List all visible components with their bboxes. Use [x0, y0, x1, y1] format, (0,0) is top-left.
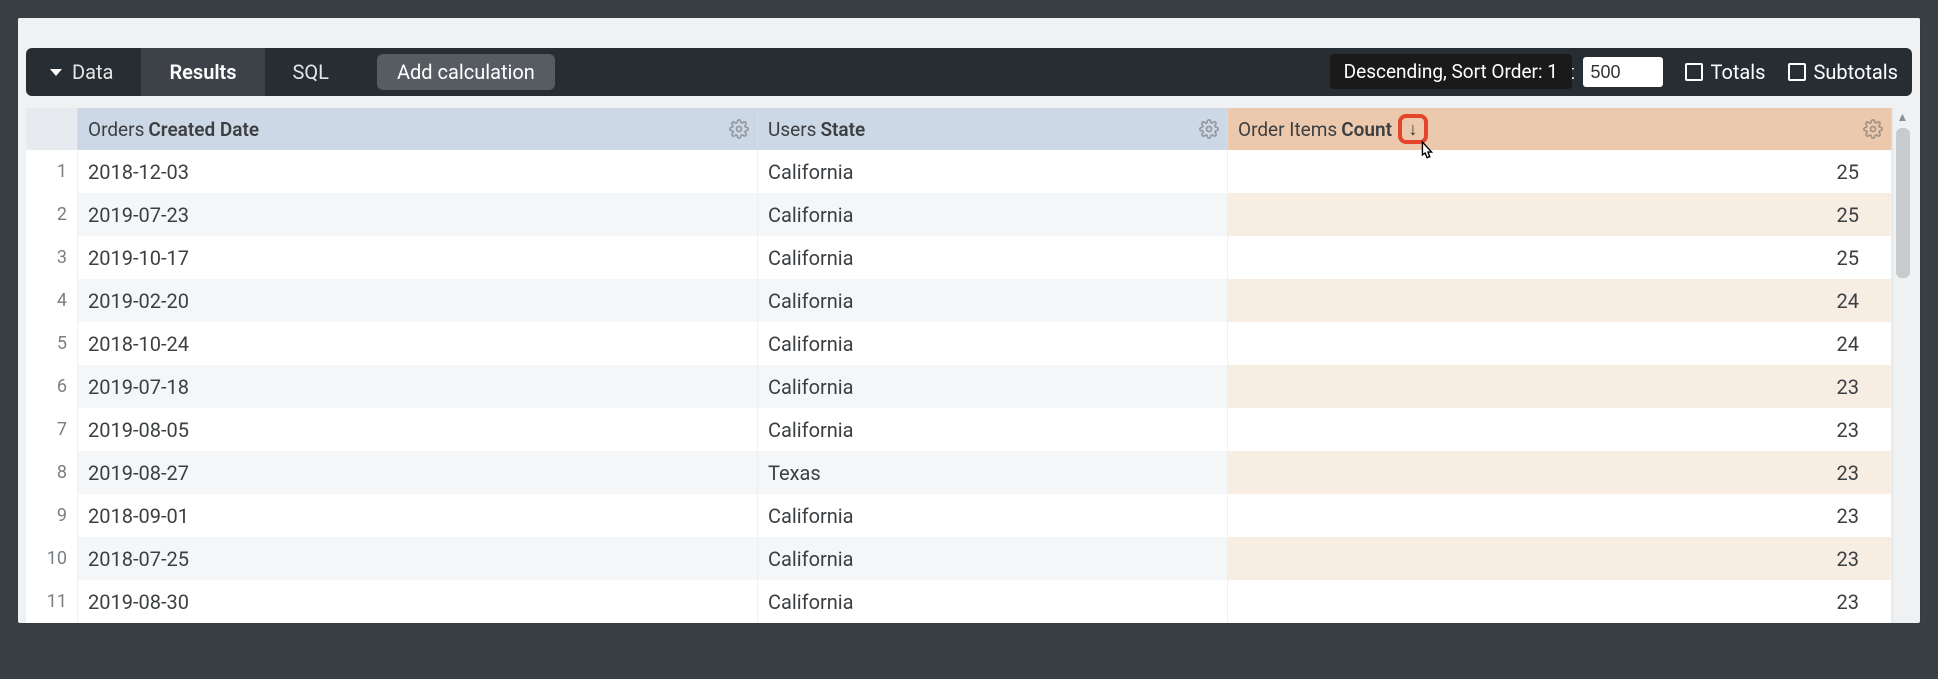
panel-top-pad: [18, 18, 1920, 48]
cell-state[interactable]: California: [758, 279, 1228, 322]
cell-created-date[interactable]: 2018-12-03: [78, 150, 758, 193]
row-number: 7: [26, 408, 78, 451]
cell-count[interactable]: 23: [1228, 580, 1892, 623]
cell-created-date[interactable]: 2018-10-24: [78, 322, 758, 365]
subtotals-checkbox-group[interactable]: Subtotals: [1788, 60, 1899, 84]
row-number: 3: [26, 236, 78, 279]
cell-state[interactable]: California: [758, 365, 1228, 408]
results-toolbar: Data Results SQL Add calculation Row Lim…: [26, 48, 1912, 96]
table-row[interactable]: 22019-07-23California25: [26, 193, 1892, 236]
caret-down-icon: [50, 69, 62, 76]
scrollbar-thumb[interactable]: [1896, 128, 1910, 278]
cell-count[interactable]: 23: [1228, 365, 1892, 408]
cell-created-date[interactable]: 2019-10-17: [78, 236, 758, 279]
tab-data[interactable]: Data: [40, 48, 141, 96]
add-calculation-button[interactable]: Add calculation: [377, 54, 555, 90]
cell-created-date[interactable]: 2018-07-25: [78, 537, 758, 580]
cell-count[interactable]: 25: [1228, 236, 1892, 279]
cell-created-date[interactable]: 2019-08-27: [78, 451, 758, 494]
cell-created-date[interactable]: 2019-07-18: [78, 365, 758, 408]
row-number: 4: [26, 279, 78, 322]
cell-state[interactable]: California: [758, 580, 1228, 623]
col-orders-prefix: Orders: [88, 118, 144, 141]
sort-descending-indicator[interactable]: ↓: [1398, 114, 1428, 144]
cell-count[interactable]: 23: [1228, 537, 1892, 580]
row-number: 10: [26, 537, 78, 580]
explore-panel: Data Results SQL Add calculation Row Lim…: [18, 18, 1920, 623]
data-grid: Orders Created Date Users State Order It…: [26, 108, 1912, 623]
cell-created-date[interactable]: 2019-02-20: [78, 279, 758, 322]
cell-state[interactable]: California: [758, 494, 1228, 537]
col-count-prefix: Order Items: [1238, 118, 1337, 141]
column-header-users-state[interactable]: Users State: [758, 108, 1228, 150]
sort-tooltip-text: Descending, Sort Order: 1: [1344, 60, 1558, 83]
row-number: 11: [26, 580, 78, 623]
cell-count[interactable]: 24: [1228, 279, 1892, 322]
gear-icon[interactable]: [1199, 119, 1219, 139]
tab-results[interactable]: Results: [141, 48, 264, 96]
row-number: 2: [26, 193, 78, 236]
table-row[interactable]: 42019-02-20California24: [26, 279, 1892, 322]
table-row[interactable]: 112019-08-30California23: [26, 580, 1892, 623]
cell-state[interactable]: California: [758, 236, 1228, 279]
cell-state[interactable]: Texas: [758, 451, 1228, 494]
subtotals-checkbox[interactable]: [1788, 63, 1806, 81]
cell-state[interactable]: California: [758, 150, 1228, 193]
table-row[interactable]: 82019-08-27Texas23: [26, 451, 1892, 494]
add-calculation-label: Add calculation: [397, 60, 535, 84]
row-limit-input[interactable]: [1583, 57, 1663, 87]
cell-created-date[interactable]: 2019-08-30: [78, 580, 758, 623]
cell-created-date[interactable]: 2019-07-23: [78, 193, 758, 236]
arrow-down-icon: ↓: [1408, 119, 1417, 140]
cell-count[interactable]: 25: [1228, 193, 1892, 236]
col-orders-field: Created Date: [148, 118, 259, 141]
cell-state[interactable]: California: [758, 322, 1228, 365]
table-row[interactable]: 92018-09-01California23: [26, 494, 1892, 537]
cell-state[interactable]: California: [758, 193, 1228, 236]
cell-count[interactable]: 23: [1228, 408, 1892, 451]
gear-icon[interactable]: [729, 119, 749, 139]
table-row[interactable]: 52018-10-24California24: [26, 322, 1892, 365]
column-header-orders-created-date[interactable]: Orders Created Date: [78, 108, 758, 150]
row-number: 1: [26, 150, 78, 193]
row-number: 6: [26, 365, 78, 408]
col-users-field: State: [820, 118, 865, 141]
table-row[interactable]: 72019-08-05California23: [26, 408, 1892, 451]
cell-count[interactable]: 24: [1228, 322, 1892, 365]
cell-created-date[interactable]: 2019-08-05: [78, 408, 758, 451]
subtotals-label: Subtotals: [1814, 60, 1899, 84]
table-row[interactable]: 32019-10-17California25: [26, 236, 1892, 279]
table-row[interactable]: 62019-07-18California23: [26, 365, 1892, 408]
rownum-header: [26, 108, 78, 150]
cell-count[interactable]: 23: [1228, 494, 1892, 537]
row-number: 5: [26, 322, 78, 365]
toolbar-left: Data Results SQL Add calculation: [40, 48, 555, 96]
header-row: Orders Created Date Users State Order It…: [26, 108, 1892, 150]
row-number: 9: [26, 494, 78, 537]
row-number: 8: [26, 451, 78, 494]
scroll-up-arrow-icon[interactable]: ▲: [1893, 108, 1912, 126]
col-count-field: Count: [1341, 118, 1392, 141]
tab-sql[interactable]: SQL: [265, 48, 357, 96]
totals-label: Totals: [1711, 60, 1766, 84]
gear-icon[interactable]: [1863, 119, 1883, 139]
sort-tooltip: Descending, Sort Order: 1: [1330, 54, 1572, 89]
cell-count[interactable]: 23: [1228, 451, 1892, 494]
totals-checkbox-group[interactable]: Totals: [1685, 60, 1766, 84]
table-body: 12018-12-03California2522019-07-23Califo…: [26, 150, 1892, 623]
column-header-order-items-count[interactable]: Order Items Count ↓: [1228, 108, 1892, 150]
col-users-prefix: Users: [768, 118, 816, 141]
tab-results-label: Results: [169, 60, 236, 84]
vertical-scrollbar[interactable]: ▲: [1892, 108, 1912, 623]
cell-state[interactable]: California: [758, 537, 1228, 580]
totals-checkbox[interactable]: [1685, 63, 1703, 81]
cell-count[interactable]: 25: [1228, 150, 1892, 193]
cell-state[interactable]: California: [758, 408, 1228, 451]
table-row[interactable]: 102018-07-25California23: [26, 537, 1892, 580]
grid-inner: Orders Created Date Users State Order It…: [26, 108, 1892, 623]
tab-data-label: Data: [72, 60, 113, 84]
tab-sql-label: SQL: [293, 60, 329, 84]
cell-created-date[interactable]: 2018-09-01: [78, 494, 758, 537]
table-row[interactable]: 12018-12-03California25: [26, 150, 1892, 193]
